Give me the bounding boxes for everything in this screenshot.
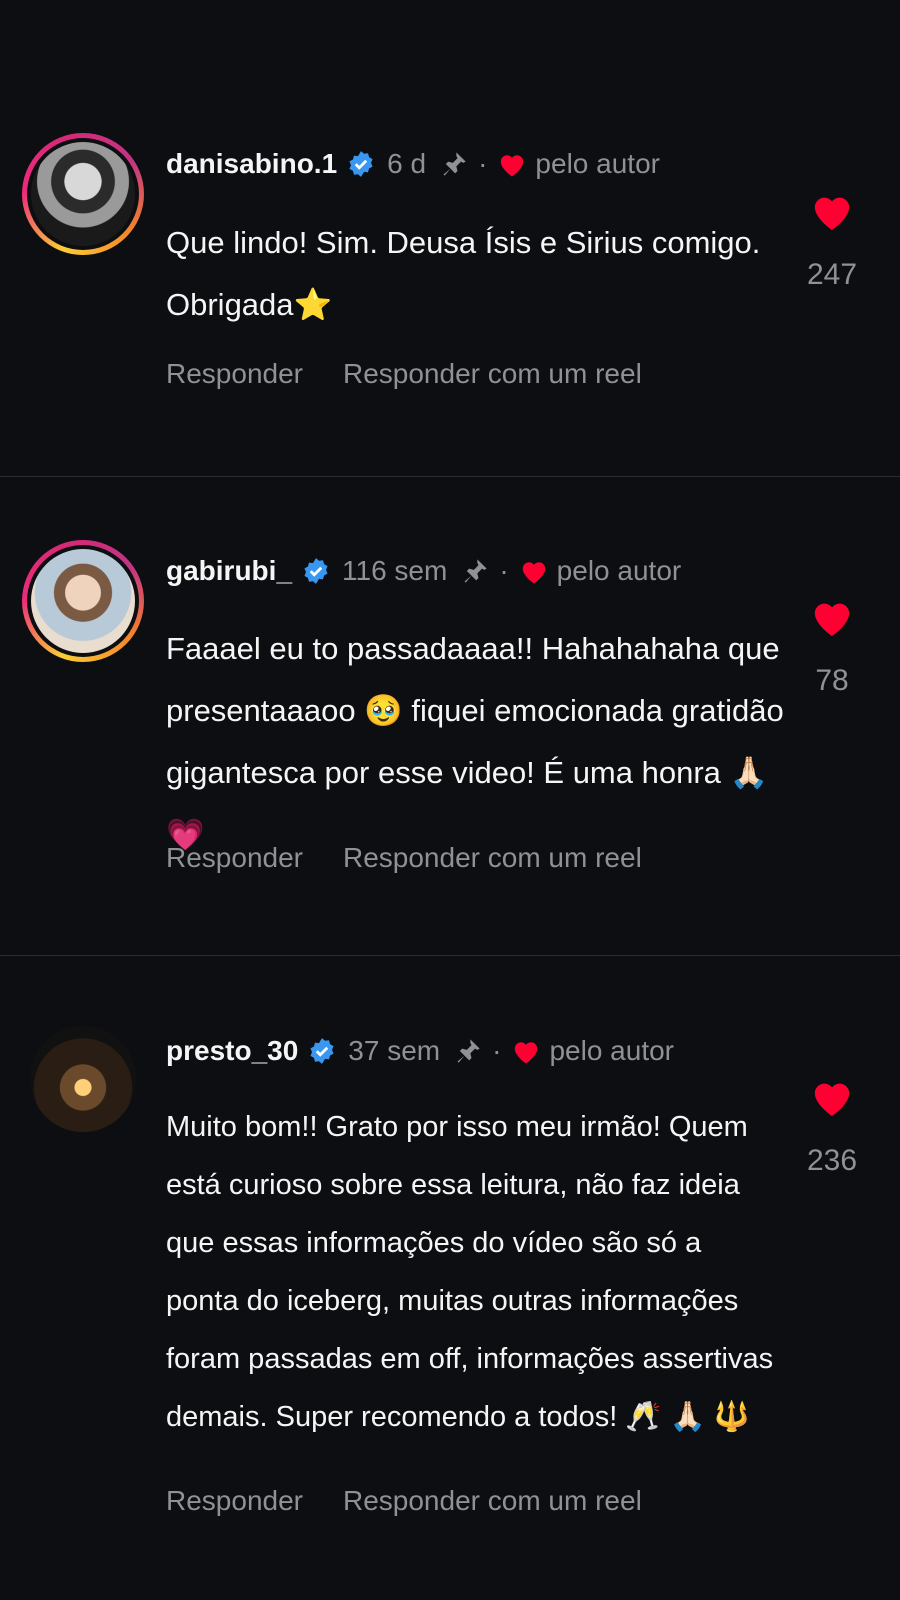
divider: [0, 955, 900, 956]
liked-by-author-label: pelo autor: [556, 555, 682, 586]
avatar[interactable]: [22, 540, 144, 662]
liked-by-author-label: pelo autor: [535, 148, 660, 179]
verified-icon: [349, 151, 373, 177]
reply-button[interactable]: Responder: [166, 842, 303, 873]
comment-time: 116 sem: [342, 555, 448, 586]
comment-time: 6 d: [387, 148, 427, 179]
comment-text: Muito bom!! Grato por isso meu irmão! Qu…: [166, 1111, 774, 1433]
reply-with-reel-button[interactable]: Responder com um reel: [343, 358, 642, 389]
username[interactable]: presto_30: [166, 1035, 298, 1067]
verified-icon: [310, 1038, 334, 1064]
reply-with-reel-button[interactable]: Responder com um reel: [343, 842, 642, 873]
like-control: 236: [804, 1076, 860, 1178]
reply-button[interactable]: Responder: [166, 1485, 303, 1516]
comment-meta: gabirubi_ 116 sem · pelo autor: [166, 555, 682, 587]
reply-with-reel-button[interactable]: Responder com um reel: [343, 1485, 642, 1516]
reply-button[interactable]: Responder: [166, 358, 303, 389]
like-control: 247: [804, 190, 860, 292]
divider: [0, 476, 900, 477]
username[interactable]: gabirubi_: [166, 555, 292, 587]
username[interactable]: danisabino.1: [166, 148, 337, 180]
pin-icon: [457, 1039, 480, 1063]
author-heart-icon: [522, 562, 545, 584]
like-heart-icon[interactable]: [809, 1076, 855, 1118]
avatar-image: [31, 142, 135, 246]
like-heart-icon[interactable]: [809, 596, 855, 638]
like-count: 78: [815, 664, 849, 697]
comment-meta: danisabino.1 6 d · pelo autor: [166, 148, 660, 180]
avatar[interactable]: [22, 133, 144, 255]
comment-text: Faaael eu to passadaaaa!! Hahahahaha que…: [166, 631, 784, 852]
avatar-image: [31, 549, 135, 653]
comment-time: 37 sem: [348, 1035, 441, 1066]
avatar[interactable]: [22, 1018, 144, 1140]
comment-meta: presto_30 37 sem · pelo autor: [166, 1035, 674, 1067]
avatar-image: [30, 1026, 136, 1132]
like-control: 78: [804, 596, 860, 698]
author-heart-icon: [515, 1042, 538, 1064]
comment-text: Que lindo! Sim. Deusa Ísis e Sirius comi…: [166, 225, 761, 322]
comment-actions: Responder Responder com um reel: [166, 1485, 642, 1517]
liked-by-author-label: pelo autor: [549, 1035, 674, 1066]
like-heart-icon[interactable]: [809, 190, 855, 232]
verified-icon: [304, 558, 328, 584]
comment-actions: Responder Responder com um reel: [166, 842, 642, 874]
comment-actions: Responder Responder com um reel: [166, 358, 642, 390]
pin-icon: [464, 559, 488, 583]
author-heart-icon: [501, 155, 524, 177]
like-count: 247: [806, 258, 858, 291]
pin-icon: [443, 152, 466, 176]
like-count: 236: [806, 1144, 858, 1177]
